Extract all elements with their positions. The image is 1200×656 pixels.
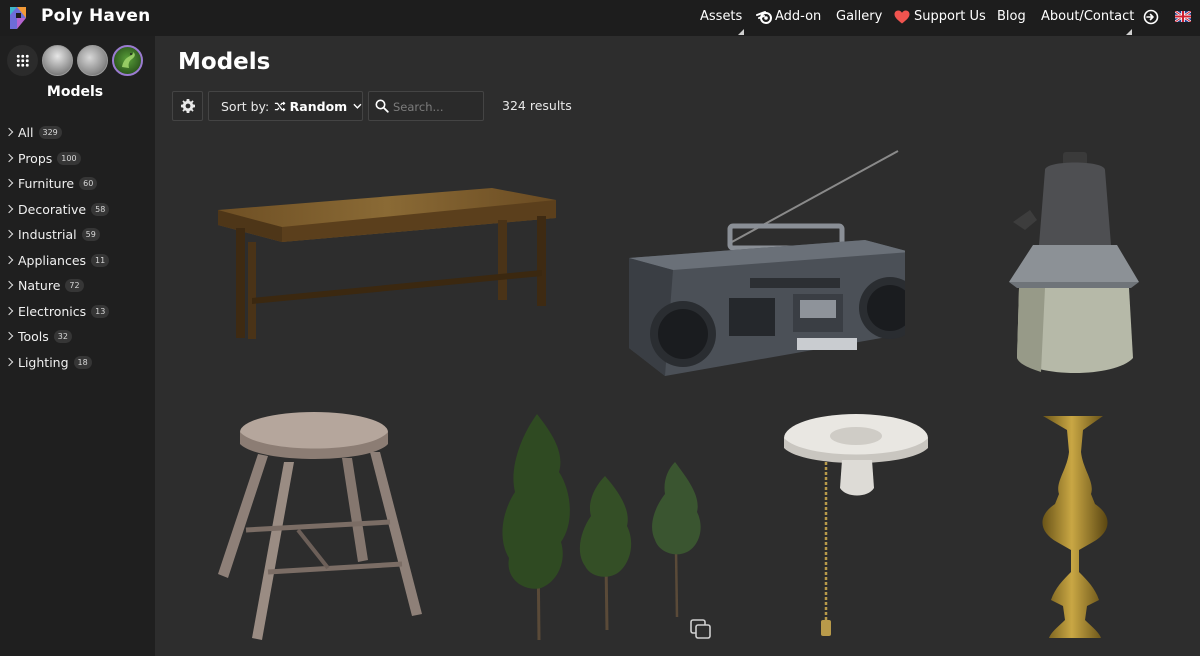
category-tools[interactable]: Tools 32 bbox=[4, 327, 72, 345]
chevron-right-icon bbox=[4, 357, 14, 367]
models-button[interactable] bbox=[112, 45, 143, 76]
poly-haven-logo-icon[interactable] bbox=[8, 5, 30, 31]
boombox-image bbox=[629, 150, 905, 376]
category-count: 32 bbox=[53, 329, 72, 343]
chevron-right-icon bbox=[4, 153, 14, 163]
category-count: 59 bbox=[81, 227, 100, 241]
category-count: 100 bbox=[57, 151, 81, 165]
settings-button[interactable] bbox=[172, 91, 203, 121]
category-label: Nature bbox=[18, 277, 61, 293]
model-card-industrial-lamp[interactable] bbox=[1005, 150, 1143, 380]
chevron-right-icon bbox=[4, 280, 14, 290]
chevron-down-icon bbox=[353, 103, 362, 109]
nav-support-us[interactable]: Support Us bbox=[914, 9, 986, 24]
category-label: Decorative bbox=[18, 201, 87, 217]
category-count: 60 bbox=[79, 176, 98, 190]
sort-value: Random bbox=[289, 98, 348, 114]
category-count: 11 bbox=[91, 253, 110, 267]
gear-icon bbox=[181, 99, 195, 113]
sort-label: Sort by: bbox=[221, 98, 270, 114]
category-count: 72 bbox=[65, 278, 84, 292]
search-input[interactable] bbox=[393, 98, 479, 115]
hdris-button[interactable] bbox=[42, 45, 73, 76]
category-decorative[interactable]: Decorative 58 bbox=[4, 200, 110, 218]
category-label: Lighting bbox=[18, 354, 69, 370]
ceramic-light-socket-image bbox=[784, 414, 928, 636]
nav-blog[interactable]: Blog bbox=[997, 9, 1026, 24]
results-count: 324 results bbox=[502, 98, 572, 113]
model-card-ceramic-light-socket[interactable] bbox=[780, 412, 940, 642]
search-box bbox=[368, 91, 484, 121]
category-label: Props bbox=[18, 150, 53, 166]
category-label: Electronics bbox=[18, 303, 87, 319]
category-furniture[interactable]: Furniture 60 bbox=[4, 174, 98, 192]
model-card-wooden-stool[interactable] bbox=[210, 410, 430, 642]
chevron-right-icon bbox=[4, 229, 14, 239]
chevron-right-icon bbox=[4, 127, 14, 137]
nav-gallery[interactable]: Gallery bbox=[836, 9, 882, 24]
chevron-right-icon bbox=[4, 178, 14, 188]
assets-dropdown-caret bbox=[738, 29, 744, 35]
shuffle-icon bbox=[275, 101, 286, 111]
industrial-lamp-image bbox=[1009, 152, 1139, 373]
blender-icon bbox=[756, 11, 772, 24]
wooden-bench-image bbox=[218, 188, 556, 339]
search-icon bbox=[375, 99, 389, 113]
sidebar: Models All 329 Props 100 Furniture 60 Decor… bbox=[0, 36, 155, 656]
chevron-right-icon bbox=[4, 306, 14, 316]
nav-add-on[interactable]: Add-on bbox=[775, 9, 821, 24]
chevron-right-icon bbox=[4, 255, 14, 265]
model-card-pine-trees[interactable] bbox=[495, 412, 715, 642]
category-label: All bbox=[18, 124, 34, 140]
model-card-wooden-bench[interactable] bbox=[210, 180, 560, 345]
category-all[interactable]: All 329 bbox=[4, 123, 62, 141]
category-nature[interactable]: Nature 72 bbox=[4, 276, 84, 294]
category-props[interactable]: Props 100 bbox=[4, 149, 81, 167]
category-label: Industrial bbox=[18, 226, 77, 242]
model-card-boombox[interactable] bbox=[625, 148, 905, 383]
about-dropdown-caret bbox=[1126, 29, 1132, 35]
top-bar: Poly Haven Assets Add-on Gallery Support… bbox=[0, 0, 1200, 36]
category-lighting[interactable]: Lighting 18 bbox=[4, 353, 92, 371]
category-count: 18 bbox=[73, 355, 92, 369]
category-count: 329 bbox=[38, 125, 62, 139]
pine-trees-image bbox=[502, 414, 711, 641]
sort-dropdown[interactable]: Sort by: Random bbox=[208, 91, 363, 121]
chevron-right-icon bbox=[4, 331, 14, 341]
heart-icon bbox=[894, 10, 910, 24]
category-appliances[interactable]: Appliances 11 bbox=[4, 251, 110, 269]
category-industrial[interactable]: Industrial 59 bbox=[4, 225, 100, 243]
all-types-button[interactable] bbox=[7, 45, 38, 76]
wooden-stool-image bbox=[218, 412, 422, 640]
category-label: Furniture bbox=[18, 175, 75, 191]
model-card-brass-vase[interactable] bbox=[1035, 412, 1115, 644]
category-electronics[interactable]: Electronics 13 bbox=[4, 302, 110, 320]
dragon-icon bbox=[122, 52, 135, 68]
brand-name[interactable]: Poly Haven bbox=[41, 6, 150, 26]
chevron-right-icon bbox=[4, 204, 14, 214]
category-count: 13 bbox=[91, 304, 110, 318]
category-label: Appliances bbox=[18, 252, 87, 268]
nav-about-contact[interactable]: About/Contact bbox=[1041, 9, 1134, 24]
category-count: 58 bbox=[91, 202, 110, 216]
grid-icon bbox=[16, 54, 29, 67]
sidebar-title: Models bbox=[46, 84, 104, 100]
login-icon[interactable] bbox=[1143, 9, 1159, 25]
textures-button[interactable] bbox=[77, 45, 108, 76]
nav-assets[interactable]: Assets bbox=[700, 9, 742, 24]
page-title: Models bbox=[178, 49, 271, 75]
brass-vase-image bbox=[1042, 416, 1108, 638]
category-label: Tools bbox=[18, 328, 49, 344]
uk-flag-icon[interactable] bbox=[1175, 11, 1191, 22]
